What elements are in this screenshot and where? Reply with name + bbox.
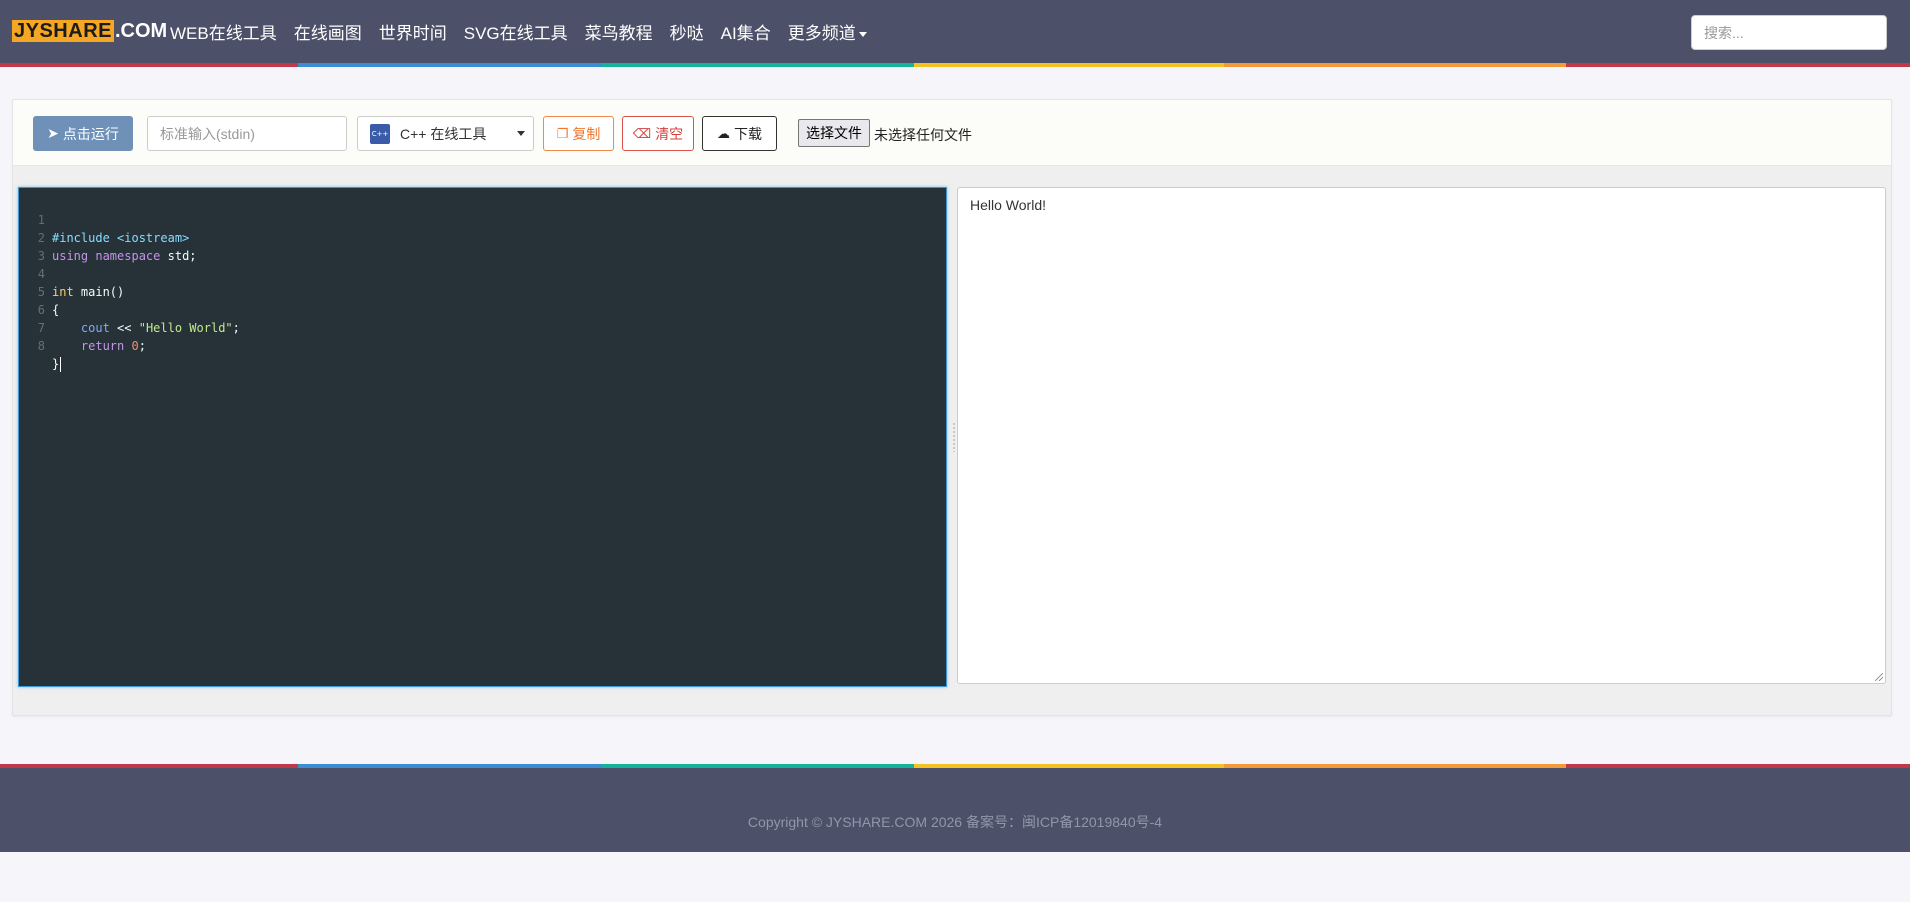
cloud-download-icon: ☁ [717,125,730,141]
code-line: 8 } [19,319,946,372]
footer-rainbow-bar [0,764,1910,768]
caret-down-icon [858,31,867,37]
code-line: 2 using namespace std; [19,211,946,263]
nav-menu: WEB在线工具 在线画图 世界时间 SVG在线工具 菜鸟教程 秒哒 AI集合 更… [170,0,884,62]
navbar: JYSHARE .COM WEB在线工具 在线画图 世界时间 SVG在线工具 菜鸟… [0,0,1910,67]
eraser-icon: ⌫ [632,125,652,141]
stdin-input[interactable] [147,116,347,151]
file-status: 未选择任何文件 [874,127,972,143]
code-editor[interactable]: 1 #include <iostream> 2 using namespace … [18,187,947,687]
nav-runoob[interactable]: 菜鸟教程 [585,19,653,44]
code-token: 0 [131,339,139,353]
run-button-label: 点击运行 [62,125,119,142]
code-token: return [80,339,125,353]
nav-online-draw[interactable]: 在线画图 [294,19,362,44]
code-line: 3 [19,229,946,263]
caret-down-icon [517,131,525,136]
copyright-text: Copyright © JYSHARE.COM 2026 备案号：闽ICP备12… [747,814,1163,830]
clear-button[interactable]: ⌫ 清空 [622,116,694,151]
nav-miaoda[interactable]: 秒哒 [670,19,704,44]
clear-button-label: 清空 [655,125,684,142]
header-rainbow-bar [0,63,1910,67]
code-line: 7 return 0; [19,301,946,353]
nav-ai[interactable]: AI集合 [721,19,771,44]
code-runner-panel: ➤ 点击运行 C++ C++ 在线工具 ❐ 复制 ⌫ 清空 ☁ 下载 选择文件 … [12,99,1892,716]
code-line: 5 { [19,265,946,317]
language-select[interactable]: C++ C++ 在线工具 [357,116,534,151]
nav-web-tools[interactable]: WEB在线工具 [170,19,277,44]
resize-grip-icon[interactable] [1875,673,1883,681]
drag-handle-icon [952,422,956,452]
paper-plane-icon: ➤ [47,125,59,141]
download-button[interactable]: ☁ 下载 [702,116,777,151]
footer: Copyright © JYSHARE.COM 2026 备案号：闽ICP备12… [0,764,1910,852]
logo-main: JYSHARE [12,20,114,42]
site-logo[interactable]: JYSHARE .COM [12,20,167,42]
nav-svg-tools[interactable]: SVG在线工具 [464,19,568,44]
run-button[interactable]: ➤ 点击运行 [33,116,133,151]
code-line: 4 int main() [19,247,946,299]
code-token: } [52,357,60,371]
copy-button[interactable]: ❐ 复制 [543,116,614,151]
nav-world-time[interactable]: 世界时间 [379,19,447,44]
nav-more-label: 更多频道 [787,23,856,43]
logo-suffix: .COM [114,20,168,42]
nav-more-dropdown[interactable]: 更多频道 [788,19,867,44]
code-line: 1 #include <iostream> [19,193,946,245]
copy-icon: ❐ [556,125,569,141]
search-input[interactable] [1691,15,1887,50]
language-label: C++ 在线工具 [400,125,487,142]
line-number: 8 [37,339,45,353]
output-text: Hello World! [970,197,1046,213]
toolbar: ➤ 点击运行 C++ C++ 在线工具 ❐ 复制 ⌫ 清空 ☁ 下载 选择文件 … [13,100,1891,166]
text-cursor [60,357,62,372]
cpp-icon: C++ [370,123,390,144]
copy-button-label: 复制 [572,125,601,142]
code-token: ; [138,339,146,353]
choose-file-button[interactable]: 选择文件 [798,119,870,147]
download-button-label: 下载 [734,125,762,142]
code-line: 6 cout << "Hello World"; [19,283,946,335]
output-area[interactable]: Hello World! [957,187,1886,684]
